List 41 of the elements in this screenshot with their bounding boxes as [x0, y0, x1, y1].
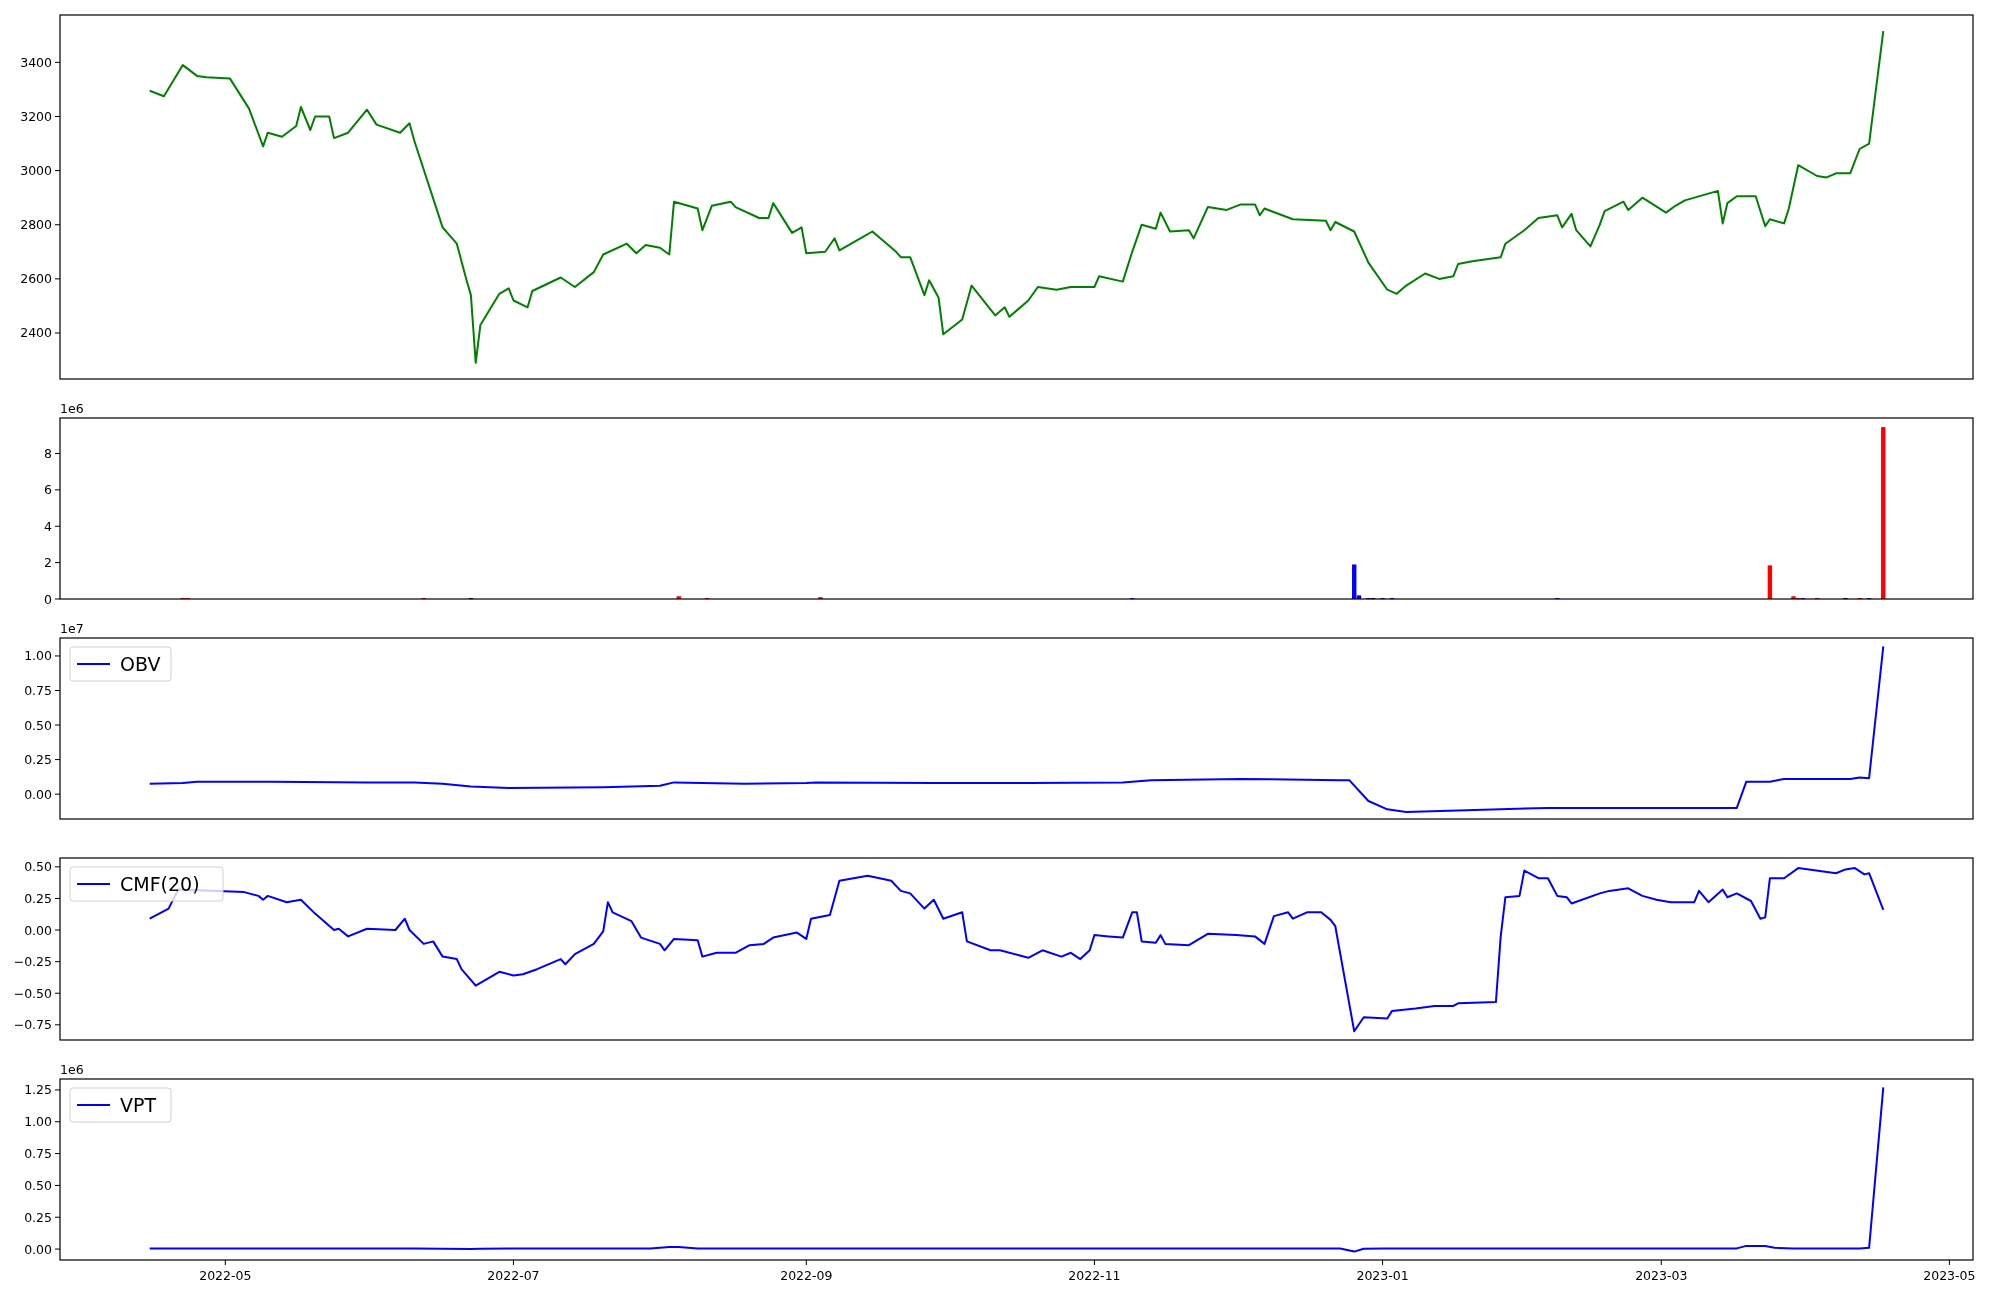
y-tick-label: 0.25	[24, 752, 52, 768]
y-tick-label: 8	[44, 445, 52, 461]
offset-label: 1e6	[60, 1062, 84, 1077]
y-tick-label: 6	[44, 482, 52, 498]
x-tick-label: 2022-05	[199, 1268, 252, 1283]
y-tick-label: −0.75	[13, 1017, 52, 1033]
y-tick-label: 2600	[20, 271, 52, 287]
x-tick-label: 2022-11	[1068, 1268, 1121, 1283]
x-tick-label: 2023-05	[1923, 1268, 1976, 1283]
y-tick-label: 3400	[20, 54, 52, 70]
x-tick-label: 2022-09	[780, 1268, 833, 1283]
y-tick-label: 0.75	[24, 683, 52, 698]
y-tick-label: −0.50	[13, 985, 52, 1001]
legend-label: CMF(20)	[120, 873, 200, 895]
y-tick-label: 0.75	[24, 1146, 52, 1162]
offset-label: 1e7	[60, 621, 84, 636]
y-tick-label: −0.25	[13, 954, 52, 970]
y-tick-label: 0.00	[24, 1241, 52, 1257]
y-tick-label: 0.00	[24, 786, 52, 802]
y-tick-label: 0.50	[24, 859, 52, 875]
y-tick-label: 0.25	[24, 1209, 52, 1225]
y-tick-label: 2	[44, 555, 52, 571]
y-tick-label: 3000	[20, 163, 52, 179]
y-tick-label: 0.00	[24, 922, 52, 938]
offset-label: 1e6	[60, 401, 84, 416]
y-tick-label: 0.50	[24, 717, 52, 733]
y-tick-label: 1.00	[24, 648, 52, 664]
y-tick-label: 3200	[20, 109, 52, 124]
y-tick-label: 2800	[20, 217, 52, 233]
legend-label: OBV	[120, 653, 161, 675]
y-tick-label: 4	[44, 518, 52, 534]
y-tick-label: 0	[44, 591, 52, 607]
y-tick-label: 0.25	[24, 890, 52, 906]
legend-label: VPT	[120, 1094, 157, 1116]
x-tick-label: 2023-01	[1356, 1268, 1409, 1283]
y-tick-label: 1.00	[24, 1114, 52, 1130]
x-tick-label: 2023-03	[1635, 1268, 1688, 1283]
y-tick-label: 0.50	[24, 1177, 52, 1193]
y-tick-label: 2400	[20, 325, 52, 341]
x-tick-label: 2022-07	[487, 1268, 540, 1283]
y-tick-label: 1.25	[24, 1082, 52, 1098]
